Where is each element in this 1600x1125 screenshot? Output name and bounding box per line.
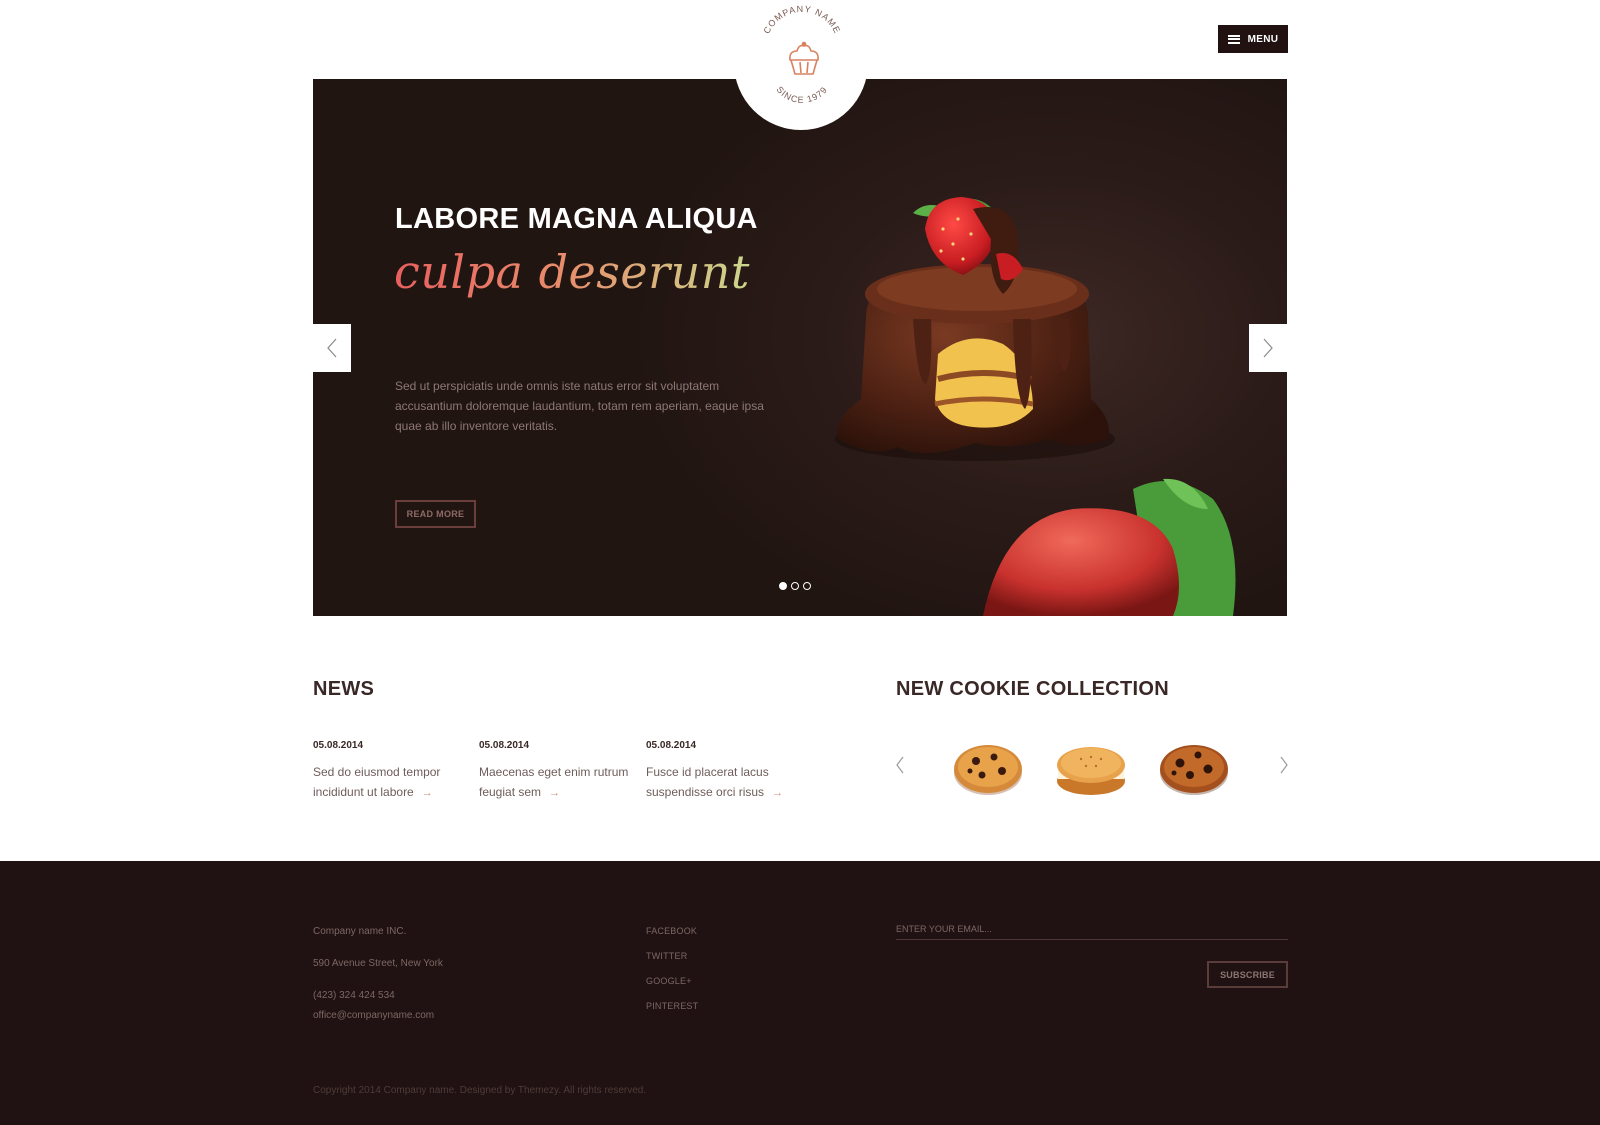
cookie-next-button[interactable]: [1276, 756, 1292, 774]
news-link[interactable]: Maecenas eget enim rutrum feugiat sem →: [479, 762, 639, 803]
hero-script-subtitle: culpa deserunt: [394, 245, 750, 299]
strawberry-decoration: [983, 478, 1236, 616]
social-link-googleplus[interactable]: GOOGLE+: [646, 976, 692, 986]
news-item[interactable]: 05.08.2014 Maecenas eget enim rutrum feu…: [479, 740, 639, 803]
arrow-right-icon: →: [549, 787, 561, 799]
slider-next-button[interactable]: [1249, 324, 1287, 372]
logo-mark: COMPANY NAME SINCE 1979: [761, 4, 842, 105]
read-more-button[interactable]: READ MORE: [395, 500, 476, 528]
arrow-right-icon: →: [421, 787, 433, 799]
email-field[interactable]: [896, 923, 1288, 940]
chevron-left-icon: [327, 338, 337, 358]
slider-pagination: [779, 582, 811, 590]
news-link[interactable]: Fusce id placerat lacus suspendisse orci…: [646, 762, 806, 803]
chocolate-cake: [835, 264, 1115, 461]
slider-dot-1[interactable]: [779, 582, 787, 590]
news-item[interactable]: 05.08.2014 Sed do eiusmod tempor incidid…: [313, 740, 473, 803]
footer-phone: (423) 324 424 534: [313, 990, 395, 1001]
news-item[interactable]: 05.08.2014 Fusce id placerat lacus suspe…: [646, 740, 806, 803]
menu-button[interactable]: MENU: [1218, 25, 1288, 53]
chevron-right-icon: [1280, 756, 1288, 774]
footer-company: Company name INC.: [313, 926, 407, 937]
hero-heading: LABORE MAGNA ALIQUA: [395, 203, 758, 235]
hero-description: Sed ut perspiciatis unde omnis iste natu…: [395, 379, 764, 433]
chocolate-cookie-image[interactable]: [1158, 741, 1230, 797]
cupcake-icon: [789, 41, 819, 75]
hero-slider: LABORE MAGNA ALIQUA culpa deserunt Sed u…: [313, 79, 1287, 616]
news-title: NEWS: [313, 678, 375, 700]
hamburger-icon: [1227, 34, 1240, 44]
footer-address: 590 Avenue Street, New York: [313, 958, 443, 969]
cream-sandwich-cookie-image[interactable]: [1055, 741, 1127, 797]
svg-text:COMPANY NAME: COMPANY NAME: [761, 4, 842, 35]
chevron-left-icon: [896, 756, 904, 774]
news-date: 05.08.2014: [646, 740, 697, 751]
news-link[interactable]: Sed do eiusmod tempor incididunt ut labo…: [313, 762, 473, 803]
chevron-right-icon: [1263, 338, 1273, 358]
logo-top-text: COMPANY NAME: [761, 4, 841, 35]
footer: [0, 861, 1600, 1125]
chocolate-chip-cookie-image[interactable]: [952, 741, 1024, 797]
hero-dessert-image: [835, 197, 1236, 616]
subscribe-button[interactable]: SUBSCRIBE: [1207, 961, 1288, 988]
social-link-twitter[interactable]: TWITTER: [646, 951, 687, 961]
slider-prev-button[interactable]: [313, 324, 351, 372]
news-date: 05.08.2014: [479, 740, 530, 751]
news-text: Fusce id placerat lacus suspendisse orci…: [646, 765, 769, 799]
slider-dot-2[interactable]: [791, 582, 799, 590]
copyright-text: Copyright 2014 Company name. Designed by…: [313, 1085, 647, 1096]
cookie-prev-button[interactable]: [892, 756, 908, 774]
menu-label: MENU: [1247, 33, 1279, 45]
cookie-collection-title: NEW COOKIE COLLECTION: [896, 678, 1169, 700]
arrow-right-icon: →: [772, 787, 784, 799]
svg-text:SINCE 1979: SINCE 1979: [774, 84, 829, 105]
slider-dot-3[interactable]: [803, 582, 811, 590]
footer-email[interactable]: office@companyname.com: [313, 1010, 434, 1021]
logo[interactable]: COMPANY NAME SINCE 1979: [734, 0, 868, 130]
page: COMPANY NAME SINCE 1979 MENU LABORE MAGN…: [0, 0, 1600, 1125]
logo-bottom-text: SINCE 1979: [774, 84, 828, 105]
news-date: 05.08.2014: [313, 740, 364, 751]
social-link-facebook[interactable]: FACEBOOK: [646, 926, 697, 936]
social-link-pinterest[interactable]: PINTEREST: [646, 1001, 698, 1011]
